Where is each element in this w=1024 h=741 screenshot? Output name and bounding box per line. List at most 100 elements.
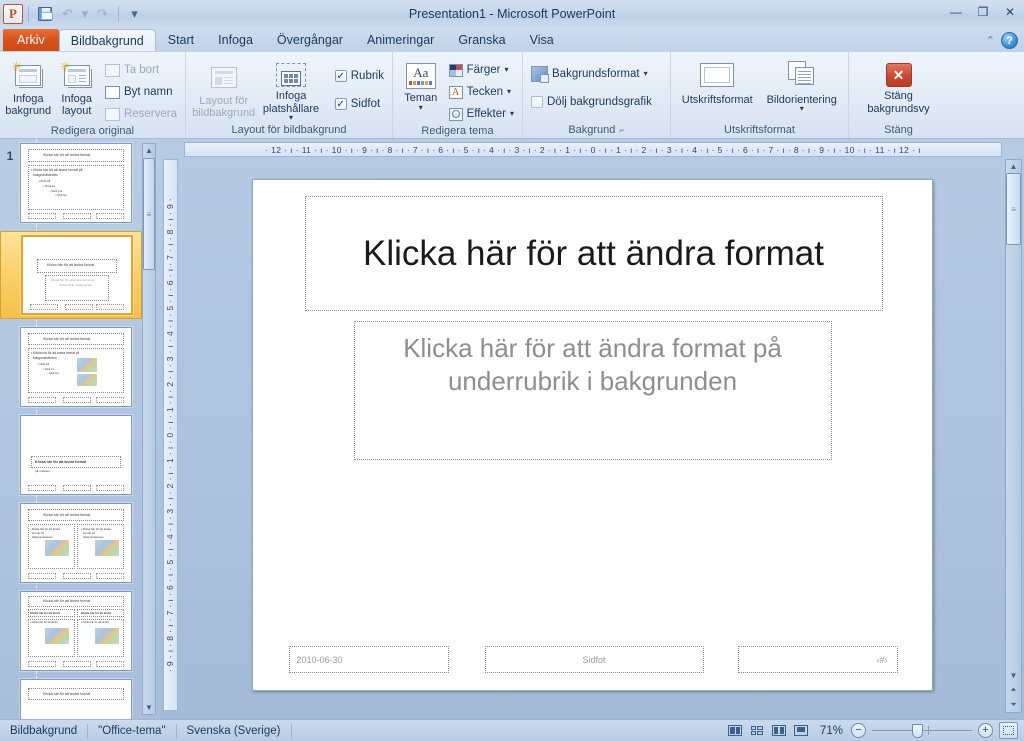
- restore-button[interactable]: ❐: [973, 3, 993, 20]
- master-layout-label-1: Layout för: [199, 94, 249, 107]
- list-item[interactable]: Klicka här för att ändra format • Klicka…: [0, 503, 142, 583]
- list-item[interactable]: Klicka här för att ändra format på rubri…: [0, 415, 142, 495]
- colors-dropdown-icon[interactable]: ▾: [504, 66, 508, 74]
- editor-scroll-down-icon[interactable]: ▼: [1005, 669, 1022, 682]
- view-button-normal[interactable]: [725, 722, 745, 739]
- previous-slide-button[interactable]: ⏶: [1005, 682, 1022, 697]
- thumbnail-pane-scrollbar[interactable]: ▲ ≡ ▼: [142, 143, 156, 715]
- horizontal-ruler[interactable]: · 12 · ı · 11 · ı · 10 · ı · 9 · ı · 8 ·…: [184, 142, 1002, 157]
- zoom-slider-handle[interactable]: [912, 724, 923, 738]
- footer-placeholder[interactable]: Sidfot: [484, 646, 704, 673]
- fonts-dropdown-icon[interactable]: ▾: [507, 88, 511, 96]
- insert-layout-button[interactable]: ✳ Infoga layout: [52, 56, 100, 118]
- main-area: 1 Klicka här för att ändra format • Klic…: [0, 139, 1024, 719]
- insert-master-icon: ✳: [11, 59, 42, 90]
- close-button[interactable]: ✕: [1000, 3, 1020, 20]
- effects-dropdown-icon[interactable]: ▾: [510, 110, 514, 118]
- preserve-button[interactable]: Reservera: [101, 104, 181, 124]
- hide-background-graphics-checkbox[interactable]: [531, 96, 543, 108]
- thumbnail-comparison-layout[interactable]: Klicka här för att ändra format Klicka h…: [20, 591, 132, 671]
- footer-checkbox-row[interactable]: ✓ Sidfot: [331, 94, 388, 114]
- themes-dropdown-icon[interactable]: ▾: [419, 103, 423, 111]
- status-theme-name[interactable]: "Office-tema": [88, 720, 175, 741]
- redo-button[interactable]: ↷: [92, 4, 113, 25]
- themes-button[interactable]: Aa Teman ▾: [397, 56, 445, 111]
- title-checkbox[interactable]: ✓: [334, 70, 347, 82]
- slide-orientation-button[interactable]: Bildorientering ▾: [760, 56, 845, 113]
- undo-dropdown-icon[interactable]: ▾: [80, 4, 90, 25]
- tab-overgangar[interactable]: Övergångar: [265, 29, 355, 51]
- slide-canvas-wrap: Klicka här för att ändra format Klicka h…: [184, 161, 1000, 709]
- slide-number-placeholder[interactable]: ‹#›: [737, 646, 898, 673]
- fonts-button[interactable]: A Tecken ▾: [445, 82, 518, 102]
- view-button-slideshow[interactable]: [791, 722, 811, 739]
- insert-placeholder-button[interactable]: Infoga platshållare ▾: [257, 56, 324, 122]
- powerpoint-logo-icon[interactable]: P: [3, 4, 23, 24]
- delete-button[interactable]: Ta bort: [101, 60, 181, 80]
- zoom-out-button[interactable]: −: [851, 723, 866, 738]
- hide-background-graphics-row[interactable]: Dölj bakgrundsgrafik: [527, 92, 656, 112]
- page-setup-button[interactable]: Utskriftsformat: [675, 56, 760, 106]
- tab-granska[interactable]: Granska: [446, 29, 517, 51]
- thumbnail-title-layout[interactable]: Klicka här för att ändra format Klicka h…: [21, 235, 133, 315]
- insert-placeholder-dropdown-icon[interactable]: ▾: [289, 114, 293, 122]
- title-placeholder[interactable]: Klicka här för att ändra format: [304, 196, 883, 311]
- list-item[interactable]: Klicka här för att ändra format: [0, 679, 142, 719]
- background-styles-dropdown-icon[interactable]: ▾: [644, 70, 648, 78]
- list-item[interactable]: Klicka här för att ändra format Klicka h…: [0, 231, 142, 319]
- scroll-up-icon[interactable]: ▲: [142, 144, 156, 157]
- scroll-down-icon[interactable]: ▼: [142, 701, 156, 714]
- footer-checkbox[interactable]: ✓: [334, 98, 347, 110]
- zoom-in-button[interactable]: +: [978, 723, 993, 738]
- close-master-view-button[interactable]: ✕ Stäng bakgrundsvy: [864, 56, 934, 115]
- tab-start[interactable]: Start: [156, 29, 206, 51]
- list-item[interactable]: Klicka här för att ändra format Klicka h…: [0, 591, 142, 671]
- slide-sorter-view-icon: [750, 725, 764, 736]
- list-item[interactable]: 1 Klicka här för att ändra format • Klic…: [0, 143, 142, 223]
- editor-scroll-up-icon[interactable]: ▲: [1005, 160, 1022, 173]
- view-button-slide-sorter[interactable]: [747, 722, 767, 739]
- thumbnail-section-layout[interactable]: Klicka här för att ändra format på rubri…: [20, 415, 132, 495]
- thumbnail-title-only-layout[interactable]: Klicka här för att ändra format: [20, 679, 132, 719]
- next-slide-button[interactable]: ⏷: [1005, 697, 1022, 712]
- editor-scrollbar-thumb[interactable]: ≡: [1006, 173, 1021, 245]
- insert-master-button[interactable]: ✳ Infoga bakgrund: [4, 56, 52, 118]
- editor-vertical-scrollbar[interactable]: ▲ ≡ ▼ ⏶ ⏷: [1005, 159, 1022, 713]
- fit-slide-to-window-button[interactable]: [999, 722, 1018, 739]
- save-button[interactable]: [34, 4, 55, 25]
- title-checkbox-row[interactable]: ✓ Rubrik: [331, 66, 388, 86]
- effects-label: Effekter: [466, 108, 506, 120]
- rename-button[interactable]: Byt namn: [101, 82, 181, 102]
- view-button-reading[interactable]: [769, 722, 789, 739]
- tab-animeringar[interactable]: Animeringar: [355, 29, 446, 51]
- subtitle-placeholder[interactable]: Klicka här för att ändra format på under…: [353, 321, 832, 460]
- insert-placeholder-icon: [276, 59, 307, 87]
- list-item[interactable]: Klicka här för att ändra format • Klicka…: [0, 327, 142, 407]
- effects-button[interactable]: Effekter ▾: [445, 104, 518, 124]
- date-placeholder[interactable]: 2010-06-30: [288, 646, 449, 673]
- thumbnail-two-content-layout[interactable]: Klicka här för att ändra format • Klicka…: [20, 503, 132, 583]
- undo-button[interactable]: ↶: [57, 4, 78, 25]
- colors-button[interactable]: Färger ▾: [445, 60, 518, 80]
- scrollbar-thumb[interactable]: ≡: [143, 158, 155, 270]
- title-checkbox-label: Rubrik: [350, 70, 384, 82]
- tab-arkiv[interactable]: Arkiv: [3, 29, 59, 51]
- customize-quick-access-icon[interactable]: ▾: [124, 4, 145, 25]
- zoom-level-label[interactable]: 71%: [812, 725, 851, 737]
- status-language[interactable]: Svenska (Sverige): [177, 720, 291, 741]
- tab-infoga[interactable]: Infoga: [206, 29, 265, 51]
- thumbnail-content-layout[interactable]: Klicka här för att ändra format • Klicka…: [20, 327, 132, 407]
- help-icon[interactable]: ?: [1001, 32, 1018, 49]
- background-styles-button[interactable]: Bakgrundsformat ▾: [527, 64, 652, 84]
- slide-orientation-dropdown-icon[interactable]: ▾: [800, 105, 804, 113]
- zoom-slider[interactable]: [872, 723, 972, 738]
- tab-visa[interactable]: Visa: [518, 29, 566, 51]
- thumbnail-master[interactable]: Klicka här för att ändra format • Klicka…: [20, 143, 132, 223]
- master-layout-button[interactable]: Layout för bildbakgrund: [190, 56, 257, 120]
- slide-canvas[interactable]: Klicka här för att ändra format Klicka h…: [251, 179, 933, 691]
- tab-bildbakgrund[interactable]: Bildbakgrund: [58, 29, 156, 51]
- dialog-launcher-icon[interactable]: ⌐: [619, 125, 624, 135]
- minimize-button[interactable]: —: [946, 3, 966, 20]
- vertical-ruler[interactable]: · 9 · ı · 8 · ı · 7 · ı · 6 · ı · 5 · ı …: [163, 159, 178, 711]
- collapse-ribbon-icon[interactable]: ⌃: [986, 34, 995, 47]
